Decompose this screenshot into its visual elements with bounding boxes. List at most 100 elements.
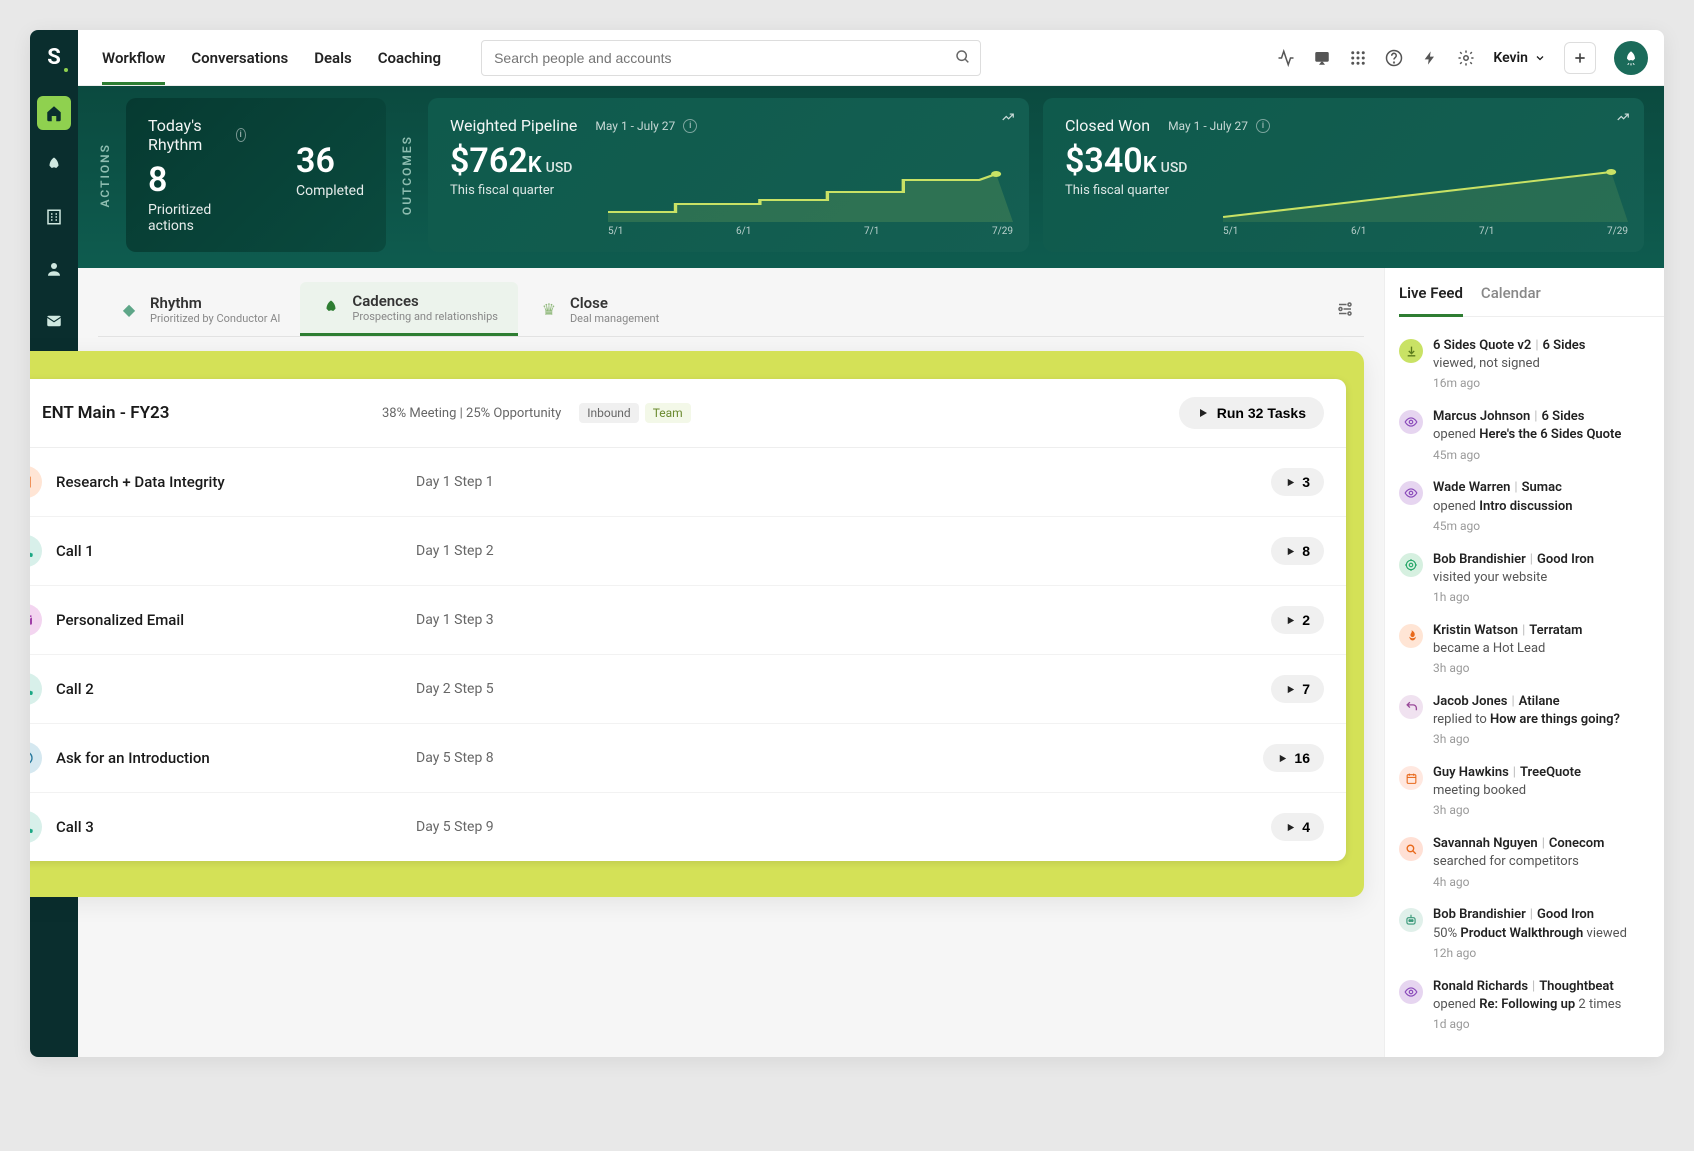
call-icon: [30, 811, 42, 843]
bolt-icon[interactable]: [1421, 49, 1439, 67]
user-menu[interactable]: Kevin: [1493, 50, 1546, 66]
play-icon: [1197, 407, 1209, 419]
body: ACTIONS Today's Rhythmi 8 Prioritized ac…: [30, 86, 1664, 1057]
rhythm-card[interactable]: Today's Rhythmi 8 Prioritized actions 36…: [126, 98, 386, 252]
run-step-button[interactable]: 3: [1271, 468, 1324, 496]
feed-body: Kristin Watson|Terratam became a Hot Lea…: [1433, 622, 1582, 677]
logo[interactable]: S: [30, 30, 78, 86]
feed-who: Bob Brandishier: [1433, 552, 1526, 567]
cadence-step[interactable]: Call 3 Day 5 Step 9 4: [30, 793, 1346, 861]
center-column: ◆ RhythmPrioritized by Conductor AI Cade…: [78, 268, 1384, 1057]
feed-org: Atilane: [1519, 694, 1560, 709]
run-tasks-button[interactable]: Run 32 Tasks: [1179, 397, 1324, 429]
closed-value: $340: [1065, 141, 1143, 181]
closed-won-card[interactable]: Closed WonMay 1 - July 27i $340KUSD This…: [1043, 98, 1644, 252]
search-input[interactable]: [481, 40, 981, 76]
feed-time: 12h ago: [1433, 945, 1627, 962]
feed-item[interactable]: Ronald Richards|Thoughtbeat opened Re: F…: [1399, 970, 1664, 1041]
cadence-step[interactable]: Ask for an Introduction Day 5 Step 8 16: [30, 724, 1346, 793]
run-step-button[interactable]: 2: [1271, 606, 1324, 634]
cadence-step[interactable]: Research + Data Integrity Day 1 Step 1 3: [30, 448, 1346, 517]
nav-tab-conversations[interactable]: Conversations: [191, 31, 288, 85]
feed-item[interactable]: Guy Hawkins|TreeQuote meeting booked 3h …: [1399, 756, 1664, 827]
cadence-step[interactable]: Personalized Email Day 1 Step 3 2: [30, 586, 1346, 655]
filter-icon[interactable]: [1326, 290, 1364, 328]
feed-item[interactable]: Marcus Johnson|6 Sides opened Here's the…: [1399, 400, 1664, 471]
sidenav-mail[interactable]: [37, 304, 71, 338]
cadence-header: ENT Main - FY23 38% Meeting | 25% Opport…: [30, 379, 1346, 448]
feed-item[interactable]: 6 Sides Quote v2|6 Sides viewed, not sig…: [1399, 329, 1664, 400]
feed-item[interactable]: Jacob Jones|Atilane replied to How are t…: [1399, 685, 1664, 756]
step-count: 3: [1302, 474, 1310, 490]
tab-cadences[interactable]: CadencesProspecting and relationships: [300, 282, 518, 336]
info-icon[interactable]: i: [236, 128, 247, 142]
add-button[interactable]: [1564, 42, 1596, 74]
feed-time: 1d ago: [1433, 1016, 1621, 1033]
completed-count: 36: [296, 141, 364, 181]
rocket-icon: [320, 297, 342, 319]
tab-sub: Prioritized by Conductor AI: [150, 312, 280, 325]
feed-action: opened Here's the 6 Sides Quote: [1433, 426, 1621, 444]
crown-icon: ♛: [538, 298, 560, 320]
eye-icon: [1399, 410, 1423, 434]
nav-tab-deals[interactable]: Deals: [314, 31, 352, 85]
app-frame: S Workflow Conversations Deals Coaching …: [30, 30, 1664, 1057]
step-name: Research + Data Integrity: [56, 473, 416, 491]
run-step-button[interactable]: 16: [1263, 744, 1324, 772]
chat-icon[interactable]: [1313, 49, 1331, 67]
pipeline-card[interactable]: Weighted PipelineMay 1 - July 27i $762KU…: [428, 98, 1029, 252]
help-icon[interactable]: [1385, 49, 1403, 67]
nav-tab-workflow[interactable]: Workflow: [102, 31, 165, 85]
eye-icon: [1399, 481, 1423, 505]
step-day: Day 1 Step 2: [416, 543, 1271, 559]
pipeline-value: $762: [450, 141, 528, 181]
cadence-step[interactable]: Call 2 Day 2 Step 5 7: [30, 655, 1346, 724]
gear-icon[interactable]: [1457, 49, 1475, 67]
search-icon[interactable]: [955, 49, 971, 65]
activity-icon[interactable]: [1277, 49, 1295, 67]
sidenav-home[interactable]: [37, 96, 71, 130]
tab-rhythm[interactable]: ◆ RhythmPrioritized by Conductor AI: [98, 284, 300, 335]
feed-time: 16m ago: [1433, 375, 1585, 392]
info-icon[interactable]: i: [1256, 119, 1270, 133]
play-icon: [1285, 684, 1296, 695]
sidenav-building[interactable]: [37, 200, 71, 234]
run-step-button[interactable]: 8: [1271, 537, 1324, 565]
tab-close[interactable]: ♛ CloseDeal management: [518, 284, 679, 335]
feed-who: Ronald Richards: [1433, 979, 1528, 994]
apps-icon[interactable]: [1349, 49, 1367, 67]
feed-time: 1h ago: [1433, 589, 1594, 606]
tab-calendar[interactable]: Calendar: [1481, 284, 1541, 308]
sidenav-rocket[interactable]: [37, 148, 71, 182]
tab-label: Rhythm: [150, 294, 280, 312]
feed-time: 4h ago: [1433, 874, 1604, 891]
run-step-button[interactable]: 7: [1271, 675, 1324, 703]
launch-button[interactable]: [1614, 41, 1648, 75]
sidenav-person[interactable]: [37, 252, 71, 286]
tag-team: Team: [645, 403, 691, 423]
pipeline-currency: USD: [546, 160, 573, 176]
tick: 5/1: [1223, 226, 1238, 237]
nav-tab-coaching[interactable]: Coaching: [378, 31, 441, 85]
step-day: Day 5 Step 8: [416, 750, 1263, 766]
run-step-button[interactable]: 4: [1271, 813, 1324, 841]
feed-item[interactable]: Bob Brandishier|Good Iron 50% Product Wa…: [1399, 898, 1664, 969]
tick: 7/29: [1607, 226, 1628, 237]
feed-action: meeting booked: [1433, 782, 1581, 800]
tab-sub: Prospecting and relationships: [352, 310, 498, 323]
closed-currency: USD: [1161, 160, 1188, 176]
feed-item[interactable]: Kristin Watson|Terratam became a Hot Lea…: [1399, 614, 1664, 685]
feed-who: Guy Hawkins: [1433, 765, 1509, 780]
info-icon[interactable]: i: [683, 119, 697, 133]
search-box: [481, 40, 981, 76]
feed-item[interactable]: Bob Brandishier|Good Iron visited your w…: [1399, 543, 1664, 614]
feed-action: 50% Product Walkthrough viewed: [1433, 925, 1627, 943]
feed-item[interactable]: Wade Warren|Sumac opened Intro discussio…: [1399, 471, 1664, 542]
closed-chart: 5/16/17/17/29: [1223, 162, 1628, 242]
prioritized-count: 8: [148, 160, 246, 200]
feed-item[interactable]: Savannah Nguyen|Conecom searched for com…: [1399, 827, 1664, 898]
play-icon: [1285, 822, 1296, 833]
feed-time: 3h ago: [1433, 731, 1620, 748]
tab-live-feed[interactable]: Live Feed: [1399, 284, 1463, 317]
cadence-step[interactable]: Call 1 Day 1 Step 2 8: [30, 517, 1346, 586]
